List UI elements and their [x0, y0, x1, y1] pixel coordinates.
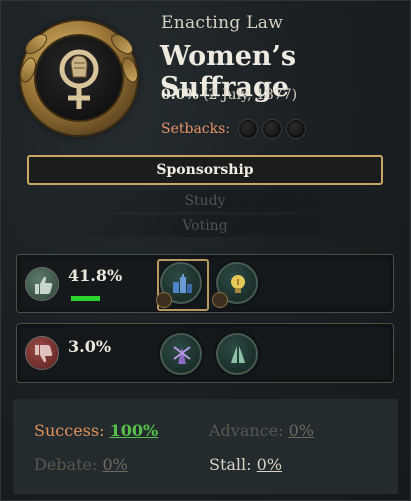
- progress-date: (2 July, 1877): [203, 87, 298, 103]
- advance-label: Advance:: [209, 421, 284, 440]
- debate-value: 0%: [102, 455, 128, 474]
- success-odds: Success: 100%: [34, 421, 158, 440]
- devout-icon: [231, 346, 245, 363]
- oppose-group: 3.0%: [16, 323, 394, 383]
- stage-sponsorship: Sponsorship: [27, 155, 383, 185]
- rural-folk-icon: [173, 346, 191, 364]
- enactment-progress: 0.0% (2 July, 1877): [161, 87, 297, 103]
- intelligentsia-icon: [231, 275, 245, 293]
- support-percent: 41.8%: [68, 266, 123, 285]
- support-approval-bar: [71, 296, 100, 301]
- stage-voting: Voting: [27, 215, 383, 237]
- advance-odds: Advance: 0%: [209, 421, 314, 440]
- stall-value: 0%: [256, 455, 283, 474]
- oppose-percent: 3.0%: [68, 337, 112, 356]
- leader-portrait-icon: [156, 292, 172, 308]
- setback-indicator: [286, 119, 307, 139]
- law-emblem: [13, 13, 145, 143]
- outcome-odds-panel: Success: 100% Advance: 0% Debate: 0% Sta…: [13, 399, 398, 494]
- stall-label: Stall:: [209, 455, 252, 474]
- thumbs-down-icon: [25, 336, 59, 370]
- setback-indicator: [238, 119, 259, 139]
- progress-percent: 0.0%: [161, 87, 199, 103]
- support-group: 41.8%: [16, 254, 394, 313]
- law-tooltip-panel: Enacting Law Women’s Suffrage 0.0% (2 Ju…: [0, 0, 411, 501]
- interest-group-rural-folk[interactable]: [160, 333, 202, 375]
- law-status-label: Enacting Law: [161, 13, 284, 33]
- setbacks-label: Setbacks:: [161, 121, 231, 137]
- success-value: 100%: [109, 421, 159, 440]
- interest-group-devout[interactable]: [216, 333, 258, 375]
- debate-label: Debate:: [34, 455, 98, 474]
- industrialists-icon: [173, 274, 192, 293]
- interest-group-intelligentsia[interactable]: [212, 262, 258, 308]
- stall-odds: Stall: 0%: [209, 455, 282, 474]
- interest-group-industrialists[interactable]: [156, 262, 202, 308]
- setback-indicator: [262, 119, 283, 139]
- leader-portrait-icon: [212, 292, 228, 308]
- thumbs-up-icon: [25, 267, 59, 301]
- success-label: Success:: [34, 421, 105, 440]
- setbacks-row: Setbacks:: [161, 119, 307, 139]
- venus-fist-icon: [59, 49, 99, 109]
- debate-odds: Debate: 0%: [34, 455, 128, 474]
- support-approval-fill: [71, 296, 100, 301]
- stage-study: Study: [27, 190, 383, 212]
- advance-value: 0%: [288, 421, 314, 440]
